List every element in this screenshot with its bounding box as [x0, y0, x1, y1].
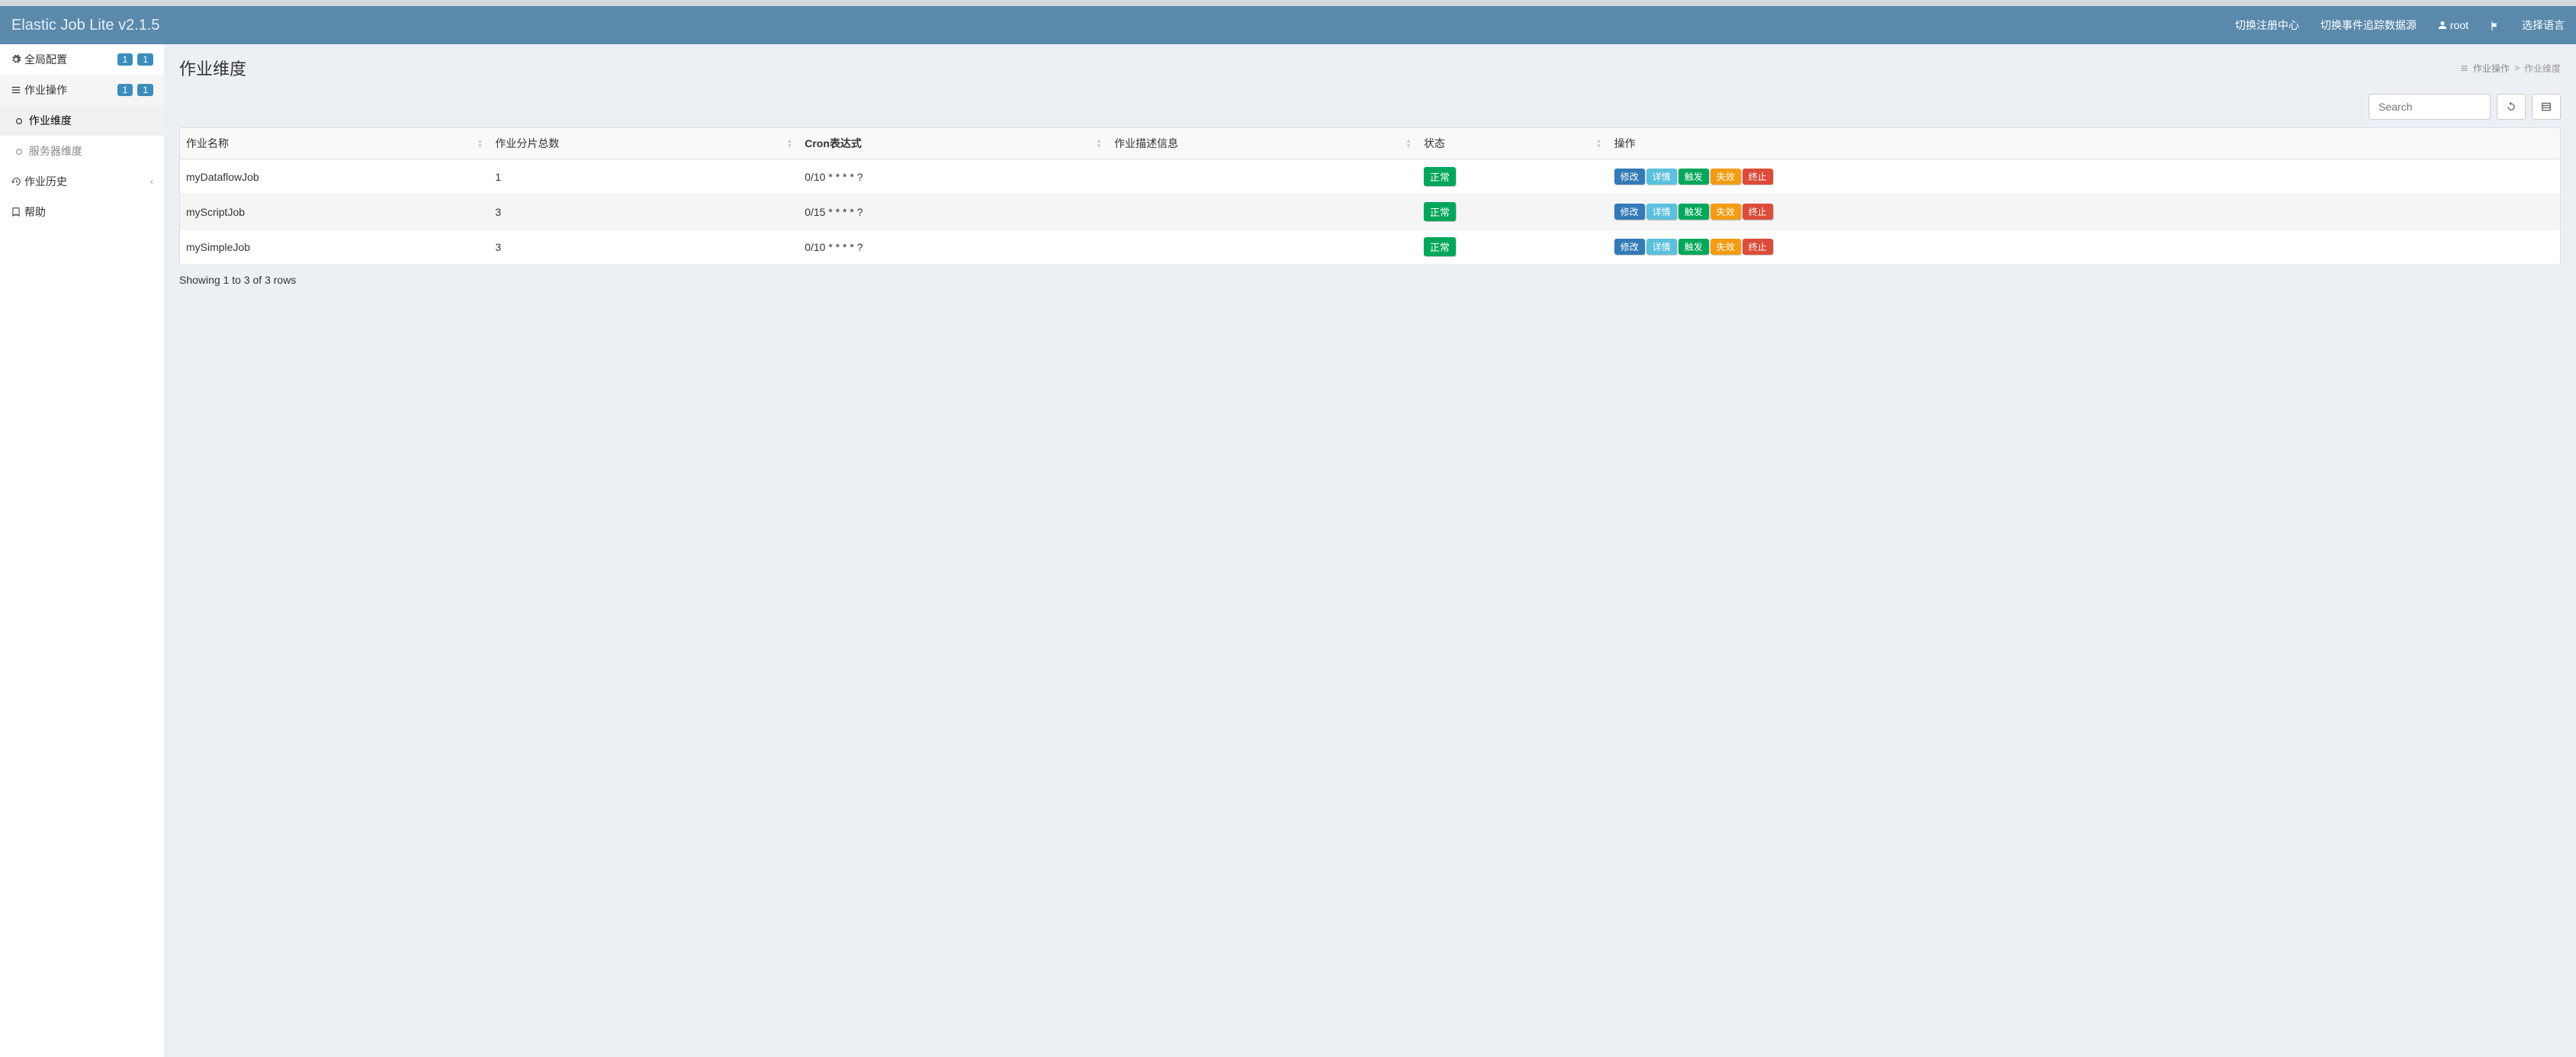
cell-desc: [1108, 194, 1418, 230]
cell-desc: [1108, 159, 1418, 194]
sidebar-serverdim-label: 服务器维度: [29, 145, 82, 157]
disable-button[interactable]: 失效: [1710, 204, 1741, 220]
col-header-desc[interactable]: 作业描述信息▲▼: [1108, 128, 1418, 159]
refresh-button[interactable]: [2497, 94, 2526, 120]
badge-global-1: 1: [117, 53, 133, 66]
table-footer-info: Showing 1 to 3 of 3 rows: [179, 265, 2561, 295]
brand-title: Elastic Job Lite v2.1.5: [11, 17, 160, 34]
refresh-icon: [2506, 101, 2517, 112]
status-badge: 正常: [1424, 202, 1456, 221]
disable-button[interactable]: 失效: [1710, 239, 1741, 255]
circle-icon: [15, 148, 23, 156]
sidebar-item-job-ops[interactable]: 作业操作 1 1: [0, 75, 164, 105]
breadcrumb-current: 作业维度: [2524, 62, 2561, 75]
sidebar-item-job-history[interactable]: 作业历史 ‹: [0, 166, 164, 197]
sidebar-item-global-config[interactable]: 全局配置 1 1: [0, 44, 164, 75]
col-header-status[interactable]: 状态▲▼: [1418, 128, 1608, 159]
sidebar: 全局配置 1 1 作业操作 1 1 作业维度 服务器维度 作业历史 ‹: [0, 44, 164, 1057]
sidebar-item-help[interactable]: 帮助: [0, 197, 164, 227]
cell-name: mySimpleJob: [180, 230, 490, 265]
nav-switch-datasource[interactable]: 切换事件追踪数据源: [2321, 18, 2417, 33]
circle-icon: [15, 117, 23, 125]
search-input[interactable]: [2369, 94, 2491, 120]
cell-ops: 修改详情触发失效终止: [1608, 194, 2561, 230]
gears-icon: [11, 54, 21, 65]
cell-desc: [1108, 230, 1418, 265]
sidebar-history-label: 作业历史: [24, 174, 67, 189]
main-content: 作业维度 作业操作 > 作业维度 作业名称▲▼ 作业分片总数▲▼: [164, 44, 2576, 1057]
nav-user[interactable]: root: [2438, 19, 2468, 31]
status-badge: 正常: [1424, 167, 1456, 186]
cell-ops: 修改详情触发失效终止: [1608, 159, 2561, 194]
terminate-button[interactable]: 终止: [1742, 239, 1773, 255]
list-icon: [2460, 64, 2468, 72]
cell-name: myScriptJob: [180, 194, 490, 230]
breadcrumb: 作业操作 > 作业维度: [2460, 62, 2561, 75]
trigger-button[interactable]: 触发: [1678, 204, 1709, 220]
terminate-button[interactable]: 终止: [1742, 169, 1773, 185]
detail-button[interactable]: 详情: [1646, 204, 1677, 220]
cell-ops: 修改详情触发失效终止: [1608, 230, 2561, 265]
list-icon: [11, 85, 21, 95]
edit-button[interactable]: 修改: [1614, 169, 1645, 185]
page-title: 作业维度: [179, 56, 246, 80]
navbar: Elastic Job Lite v2.1.5 切换注册中心 切换事件追踪数据源…: [0, 6, 2576, 44]
breadcrumb-root[interactable]: 作业操作: [2473, 62, 2510, 75]
edit-button[interactable]: 修改: [1614, 204, 1645, 220]
edit-button[interactable]: 修改: [1614, 239, 1645, 255]
cell-shard: 1: [489, 159, 798, 194]
col-header-name[interactable]: 作业名称▲▼: [180, 128, 490, 159]
jobs-table: 作业名称▲▼ 作业分片总数▲▼ Cron表达式▲▼ 作业描述信息▲▼ 状态▲▼ …: [179, 127, 2561, 265]
user-icon: [2438, 21, 2447, 30]
flag-icon[interactable]: [2490, 19, 2501, 31]
cell-status: 正常: [1418, 194, 1608, 230]
columns-icon: [2541, 101, 2552, 112]
chevron-left-icon: ‹: [150, 176, 153, 187]
table-row: myScriptJob30/15 * * * * ? 正常 修改详情触发失效终止: [180, 194, 2561, 230]
columns-button[interactable]: [2532, 94, 2561, 120]
trigger-button[interactable]: 触发: [1678, 169, 1709, 185]
nav-language[interactable]: 选择语言: [2522, 18, 2565, 33]
col-header-ops: 操作: [1608, 128, 2561, 159]
table-row: myDataflowJob10/10 * * * * ? 正常 修改详情触发失效终止: [180, 159, 2561, 194]
book-icon: [11, 207, 21, 217]
breadcrumb-sep: >: [2514, 63, 2520, 73]
col-header-shard[interactable]: 作业分片总数▲▼: [489, 128, 798, 159]
disable-button[interactable]: 失效: [1710, 169, 1741, 185]
cell-status: 正常: [1418, 159, 1608, 194]
sidebar-global-label: 全局配置: [24, 52, 67, 67]
cell-shard: 3: [489, 230, 798, 265]
cell-status: 正常: [1418, 230, 1608, 265]
detail-button[interactable]: 详情: [1646, 239, 1677, 255]
cell-cron: 0/10 * * * * ?: [798, 159, 1108, 194]
cell-cron: 0/10 * * * * ?: [798, 230, 1108, 265]
badge-global-2: 1: [137, 53, 153, 66]
cell-cron: 0/15 * * * * ?: [798, 194, 1108, 230]
col-header-cron[interactable]: Cron表达式▲▼: [798, 128, 1108, 159]
sidebar-sub-server-dimension[interactable]: 服务器维度: [0, 136, 164, 166]
history-icon: [11, 176, 21, 187]
nav-switch-registry[interactable]: 切换注册中心: [2235, 18, 2299, 33]
trigger-button[interactable]: 触发: [1678, 239, 1709, 255]
table-row: mySimpleJob30/10 * * * * ? 正常 修改详情触发失效终止: [180, 230, 2561, 265]
terminate-button[interactable]: 终止: [1742, 204, 1773, 220]
cell-name: myDataflowJob: [180, 159, 490, 194]
badge-jobops-2: 1: [137, 84, 153, 96]
sidebar-help-label: 帮助: [24, 204, 46, 220]
nav-user-label: root: [2450, 19, 2468, 31]
status-badge: 正常: [1424, 237, 1456, 256]
sidebar-sub-job-dimension[interactable]: 作业维度: [0, 105, 164, 136]
cell-shard: 3: [489, 194, 798, 230]
badge-jobops-1: 1: [117, 84, 133, 96]
sidebar-jobdim-label: 作业维度: [29, 114, 72, 127]
topbar-stripe: [0, 0, 2576, 6]
sidebar-jobops-label: 作业操作: [24, 82, 67, 98]
detail-button[interactable]: 详情: [1646, 169, 1677, 185]
